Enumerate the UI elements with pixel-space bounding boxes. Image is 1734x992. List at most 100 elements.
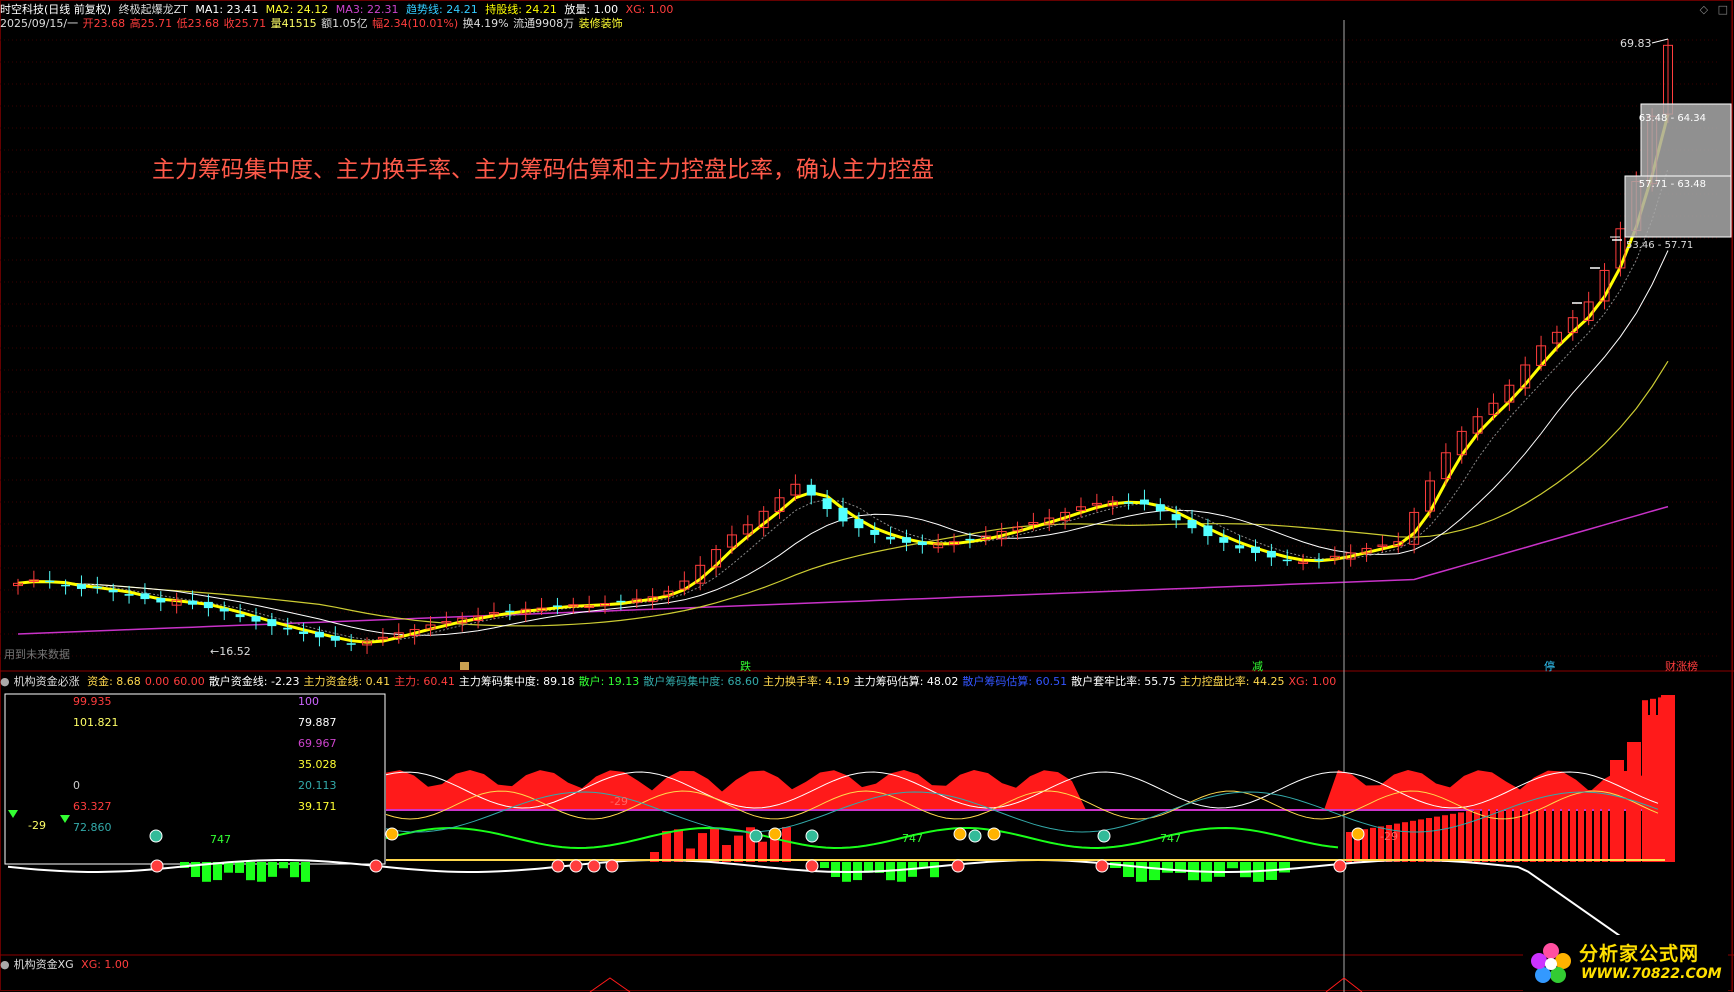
price-min-label: ←16.52 — [210, 645, 251, 658]
chip-box-label: 53.46 - 57.71 — [1626, 240, 1693, 251]
volume-bar — [1522, 801, 1528, 862]
main-header: 时空科技(日线 前复权) 终极起爆龙ZT MA1: 23.41 MA2: 24.… — [0, 3, 677, 16]
volume-bar — [1370, 827, 1376, 862]
sub1-item: 主力换手率: 4.19 — [763, 675, 850, 688]
candle — [806, 484, 816, 496]
volume-bar-negative — [268, 862, 277, 877]
annotation-text: 主力筹码集中度、主力换手率、主力筹码估算和主力控盘比率，确认主力控盘 — [152, 157, 934, 183]
sub2-xg: XG: 1.00 — [81, 958, 129, 971]
candle — [76, 584, 86, 589]
volume-bar — [1578, 791, 1584, 862]
sub1-item: 主力控盘比率: 44.25 — [1179, 675, 1285, 688]
volume-bar — [1530, 799, 1536, 862]
candle — [822, 498, 832, 510]
info-industry[interactable]: 装修装饰 — [579, 17, 623, 30]
volume-bar — [1554, 795, 1560, 862]
volume-bar — [770, 838, 779, 862]
chart-canvas[interactable]: 63.48 - 64.34 57.71 - 63.48 53.46 - 57.71 6… — [0, 0, 1734, 992]
legend-left-value: 63.327 — [73, 800, 112, 813]
sell-dot-icon — [1095, 859, 1109, 873]
volume-bar — [734, 835, 743, 862]
sell-dot-icon — [551, 859, 565, 873]
volume-bar — [1644, 715, 1658, 862]
info-close: 收25.71 — [223, 17, 267, 30]
diamond-icon[interactable]: ◇ — [1700, 3, 1708, 16]
volume-bar — [662, 830, 671, 862]
info-amount: 额1.05亿 — [321, 17, 368, 30]
signal-dot-icon — [805, 829, 819, 843]
info-volume: 量41515 — [270, 17, 317, 30]
info-turnover: 换4.19% — [462, 17, 509, 30]
volume-bar-negative — [290, 862, 299, 878]
legend-right-value: 79.887 — [298, 716, 337, 729]
volume-bar — [1402, 822, 1408, 862]
sell-dot-icon — [587, 859, 601, 873]
future-data-note: 用到未来数据 — [4, 647, 70, 661]
maximize-icon[interactable]: □ — [1718, 3, 1728, 16]
sub-panel-2-header: ● 机构资金XG XG: 1.00 — [0, 958, 133, 971]
indicator-name[interactable]: 终极起爆龙ZT — [119, 3, 188, 16]
chart-marker: 减 — [1252, 660, 1263, 673]
info-open: 开23.68 — [82, 17, 126, 30]
sell-dot-icon — [605, 859, 619, 873]
signal-dot-icon — [1097, 829, 1111, 843]
sub2-circle-icon[interactable]: ● — [0, 958, 10, 971]
legend-right-value: 35.028 — [298, 758, 337, 771]
sub1-item: 主力筹码估算: 48.02 — [853, 675, 959, 688]
signal-dot-icon — [749, 829, 763, 843]
volume-bar-negative — [897, 862, 906, 882]
signal-dot-icon — [149, 829, 163, 843]
candle — [299, 631, 309, 634]
volume-bar-negative — [301, 862, 310, 882]
marker-square — [460, 662, 469, 670]
xg-signal — [589, 977, 631, 992]
sub1-item: XG: 1.00 — [1288, 675, 1337, 688]
volume-bar-negative — [1227, 862, 1238, 869]
volume-bar — [1602, 787, 1608, 862]
stock-title[interactable]: 时空科技(日线 前复权) — [0, 3, 111, 16]
window-controls: ◇ □ — [1694, 3, 1728, 16]
volume-bar — [782, 827, 791, 862]
retail-line — [385, 826, 1339, 850]
volume-bar-negative — [1136, 862, 1147, 882]
sub2-name[interactable]: 机构资金XG — [14, 958, 74, 971]
inline-label: -29 — [610, 795, 628, 808]
legend-vol-label: 747 — [210, 833, 231, 846]
volume-bar — [1410, 820, 1416, 862]
logo-url: WWW.70822.COM — [1581, 966, 1722, 982]
candle — [45, 580, 55, 583]
candle — [346, 643, 356, 645]
candle — [1139, 499, 1149, 505]
chart-marker: 停 — [1544, 659, 1555, 673]
candle — [314, 631, 324, 638]
candle — [1235, 545, 1245, 549]
sub1-circle-icon[interactable]: ● — [0, 675, 10, 688]
sub1-item: 主力: 60.41 — [394, 675, 455, 688]
sub1-name[interactable]: 机构资金必涨 — [14, 675, 80, 688]
volume-bar — [1546, 797, 1552, 862]
volume-bar-negative — [257, 862, 266, 882]
legend-left-value: 101.821 — [73, 716, 119, 729]
buy-dot-icon — [953, 827, 967, 841]
sub1-item: 散户资金线: -2.23 — [208, 675, 300, 688]
volume-bar-negative — [279, 862, 288, 869]
volume-bar — [1474, 809, 1480, 862]
buy-dot-icon — [1351, 827, 1365, 841]
ma2-value: MA2: 24.12 — [265, 3, 329, 16]
sub1-item: 60.00 — [173, 675, 205, 688]
volume-flag-value: 放量: 1.00 — [564, 3, 619, 16]
logo-name: 分析家公式网 — [1579, 943, 1700, 965]
candle — [616, 600, 626, 603]
sell-dot-icon — [805, 859, 819, 873]
info-float: 流通9908万 — [513, 17, 575, 30]
sell-dot-icon — [951, 859, 965, 873]
volume-bar-negative — [1240, 862, 1251, 878]
sub1-item: 散户筹码估算: 60.51 — [962, 675, 1068, 688]
volume-bar — [1418, 819, 1424, 862]
ma3-value: MA3: 22.31 — [335, 3, 399, 16]
ma1-value: MA1: 23.41 — [195, 3, 259, 16]
legend-left-value: 0 — [73, 779, 80, 792]
sub1-item: 散户: 19.13 — [578, 675, 640, 688]
candle — [235, 614, 245, 618]
info-change: 幅2.34(10.01%) — [372, 17, 459, 30]
